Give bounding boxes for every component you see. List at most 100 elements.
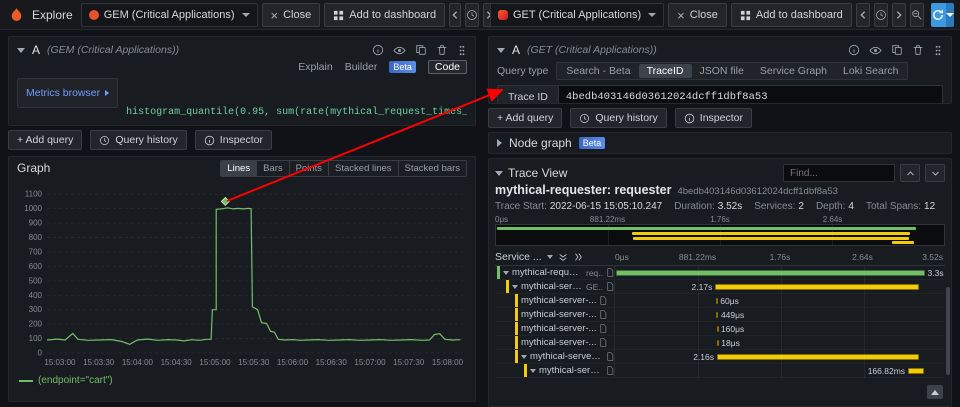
info-icon[interactable] <box>372 44 384 56</box>
scroll-to-top-button[interactable] <box>927 385 943 399</box>
right-time-back-button[interactable] <box>856 3 870 27</box>
left-close-split-button[interactable]: × Close <box>262 3 321 27</box>
copy-icon[interactable] <box>415 44 427 56</box>
trace-span-row[interactable]: mythical-server-...18μs <box>495 336 945 350</box>
right-run-query-button[interactable] <box>931 3 954 27</box>
trace-span-row[interactable]: mythical-server-...449μs <box>495 308 945 322</box>
span-timeline-cell[interactable]: 166.82ms <box>615 364 945 377</box>
trace-span-row[interactable]: mythical-serverGE..2.17s <box>495 280 945 294</box>
span-duration-bar[interactable] <box>717 326 719 332</box>
query-type-search-beta[interactable]: Search - Beta <box>558 64 638 78</box>
query-type-service-graph[interactable]: Service Graph <box>752 64 835 78</box>
left-add-query-button[interactable]: + Add query <box>8 130 82 150</box>
span-duration-bar[interactable] <box>716 298 718 304</box>
trace-id-input[interactable] <box>558 85 943 104</box>
graph-style-stacked-lines[interactable]: Stacked lines <box>328 161 398 176</box>
graph-style-points[interactable]: Points <box>289 161 328 176</box>
collapse-panel-icon[interactable] <box>495 171 503 176</box>
query-type-traceid[interactable]: TraceID <box>639 64 692 78</box>
span-timeline-cell[interactable]: 2.17s <box>615 280 945 293</box>
right-time-forward-button[interactable] <box>892 3 906 27</box>
trace-scrollbar[interactable] <box>946 287 950 375</box>
right-close-split-button[interactable]: × Close <box>668 3 727 27</box>
graph-style-stacked-bars[interactable]: Stacked bars <box>398 161 466 176</box>
trace-span-row[interactable]: mythical-requesterreq..3.3s <box>495 266 945 280</box>
trace-span-row[interactable]: mythical-server-...60μs <box>495 294 945 308</box>
chevron-down-icon[interactable] <box>530 369 536 373</box>
editor-mode-code[interactable]: Code <box>428 60 467 74</box>
right-add-query-button[interactable]: + Add query <box>488 108 562 128</box>
find-prev-button[interactable] <box>900 164 920 182</box>
span-service-cell[interactable]: mythical-server-... <box>495 350 615 363</box>
metrics-browser-button[interactable]: Metrics browser <box>17 78 118 108</box>
left-query-header[interactable]: A (GEM (Critical Applications)) <box>17 41 467 59</box>
trace-span-row[interactable]: mythical-server-...166.82ms <box>495 364 945 378</box>
left-add-to-dashboard-button[interactable]: Add to dashboard <box>324 3 445 27</box>
span-timeline-cell[interactable]: 18μs <box>615 336 945 349</box>
left-query-history-button[interactable]: Query history <box>90 130 186 150</box>
span-service-cell[interactable]: mythical-server-... <box>495 322 615 335</box>
right-inspector-button[interactable]: Inspector <box>675 108 752 128</box>
span-service-cell[interactable]: mythical-server-... <box>495 364 615 377</box>
right-query-history-button[interactable]: Query history <box>570 108 666 128</box>
right-datasource-picker[interactable]: GET (Critical Applications) <box>490 3 664 27</box>
find-next-button[interactable] <box>925 164 945 182</box>
collapse-query-icon[interactable] <box>17 48 25 53</box>
run-query-dropdown[interactable] <box>946 3 954 27</box>
collapse-all-icon[interactable] <box>558 252 568 262</box>
query-type-json-file[interactable]: JSON file <box>692 64 752 78</box>
query-type-loki-search[interactable]: Loki Search <box>835 64 906 78</box>
eye-icon[interactable] <box>869 45 882 56</box>
drag-handle-icon[interactable] <box>457 44 467 57</box>
left-inspector-button[interactable]: Inspector <box>195 130 272 150</box>
drag-handle-icon[interactable] <box>933 44 943 57</box>
span-duration-bar[interactable] <box>908 368 924 374</box>
graph-style-lines[interactable]: Lines <box>221 161 256 176</box>
left-datasource-picker[interactable]: GEM (Critical Applications) <box>81 3 258 27</box>
span-duration-bar[interactable] <box>717 354 919 360</box>
span-service-cell[interactable]: mythical-serverGE.. <box>495 280 615 293</box>
span-timeline-cell[interactable]: 2.16s <box>615 350 945 363</box>
span-timeline-cell[interactable]: 60μs <box>615 294 945 307</box>
graph-style-bars[interactable]: Bars <box>256 161 289 176</box>
collapse-query-icon[interactable] <box>497 48 505 53</box>
grafana-logo[interactable] <box>8 7 25 24</box>
span-service-cell[interactable]: mythical-server-... <box>495 308 615 321</box>
service-column-header[interactable]: Service ... <box>495 251 615 263</box>
chevron-down-icon[interactable] <box>512 285 518 289</box>
right-add-to-dashboard-button[interactable]: Add to dashboard <box>731 3 852 27</box>
trace-span-row[interactable]: mythical-server-...2.16s <box>495 350 945 364</box>
span-duration-bar[interactable] <box>717 340 719 346</box>
span-timeline-cell[interactable]: 449μs <box>615 308 945 321</box>
trash-icon[interactable] <box>436 44 448 56</box>
eye-icon[interactable] <box>393 45 406 56</box>
right-query-header[interactable]: A (GET (Critical Applications)) <box>497 41 943 59</box>
trace-minimap[interactable] <box>495 224 945 246</box>
span-duration-bar[interactable] <box>716 312 718 318</box>
info-icon[interactable] <box>848 44 860 56</box>
graph-canvas[interactable]: 01002003004005006007008009001000110015:0… <box>17 179 469 375</box>
span-duration-bar[interactable] <box>715 284 918 290</box>
expand-all-icon[interactable] <box>573 252 583 262</box>
left-time-back-button[interactable] <box>449 3 461 27</box>
trace-span-row[interactable]: mythical-server-...160μs <box>495 322 945 336</box>
span-timeline-cell[interactable]: 160μs <box>615 322 945 335</box>
editor-mode-explain[interactable]: Explain <box>298 61 332 73</box>
trash-icon[interactable] <box>912 44 924 56</box>
right-zoom-out-button[interactable] <box>910 3 924 27</box>
promql-query-editor[interactable]: histogram_quantile(0.95, sum(rate(mythic… <box>126 78 467 126</box>
span-duration-bar[interactable] <box>616 270 925 276</box>
right-time-picker-button[interactable] <box>874 3 888 27</box>
span-service-cell[interactable]: mythical-server-... <box>495 336 615 349</box>
span-timeline-cell[interactable]: 3.3s <box>615 266 945 279</box>
span-service-cell[interactable]: mythical-server-... <box>495 294 615 307</box>
chevron-down-icon[interactable] <box>503 271 509 275</box>
node-graph-header[interactable]: Node graph Beta <box>489 133 951 153</box>
trace-find-input[interactable] <box>783 164 895 182</box>
chevron-down-icon[interactable] <box>521 355 527 359</box>
copy-icon[interactable] <box>891 44 903 56</box>
span-service-cell[interactable]: mythical-requesterreq.. <box>495 266 615 279</box>
left-time-picker-button[interactable] <box>465 3 479 27</box>
editor-mode-builder[interactable]: Builder <box>345 61 378 73</box>
graph-legend[interactable]: (endpoint="cart") <box>9 375 475 386</box>
